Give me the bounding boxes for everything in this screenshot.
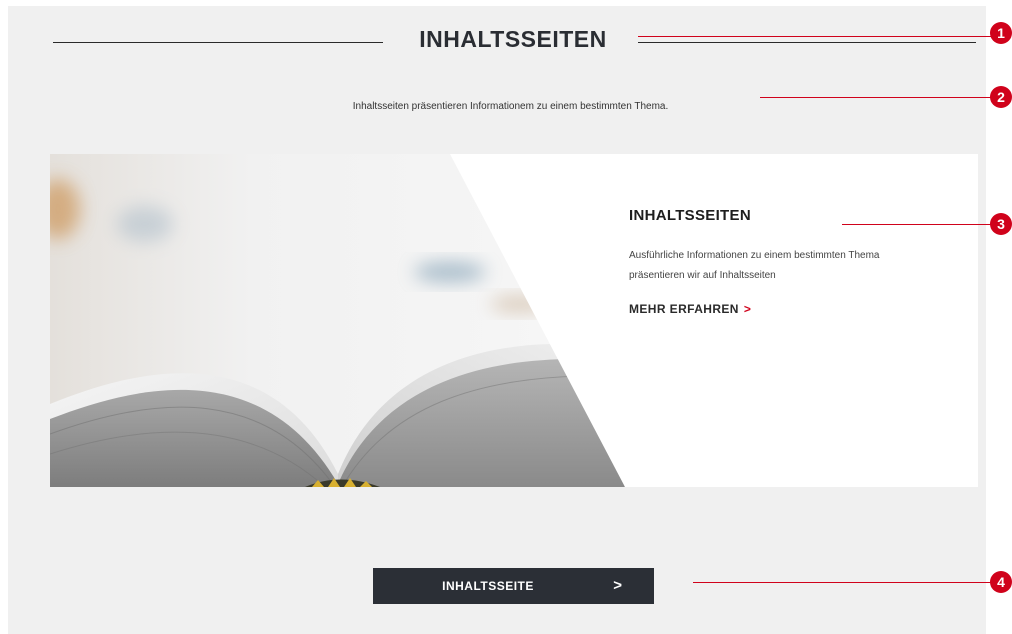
title-divider-left (53, 42, 383, 43)
chevron-right-icon: > (613, 577, 622, 594)
open-book-image (50, 154, 625, 487)
title-divider-right (638, 42, 976, 43)
button-label: INHALTSSEITE (442, 579, 534, 593)
callout-badge-2: 2 (990, 86, 1012, 108)
teaser-description: Ausführliche Informationen zu einem best… (629, 250, 880, 281)
content-page-module: INHALTSSEITEN Inhaltsseiten präsentieren… (8, 6, 986, 634)
intro-text: Inhaltsseiten präsentieren Informationem… (352, 101, 669, 112)
teaser-card: INHALTSSEITEN Ausführliche Informationen… (50, 154, 978, 487)
callout-badge-3: 3 (990, 213, 1012, 235)
mehr-erfahren-link[interactable]: MEHR ERFAHREN > (629, 302, 751, 316)
callout-line-4 (693, 582, 998, 583)
callout-badge-1: 1 (990, 22, 1012, 44)
chevron-right-icon: > (743, 302, 752, 316)
link-label: MEHR ERFAHREN (629, 302, 739, 316)
section-title: INHALTSSEITEN (419, 26, 607, 52)
callout-line-1 (638, 36, 998, 37)
callout-line-2 (760, 97, 998, 98)
callout-badge-4: 4 (990, 571, 1012, 593)
inhaltsseite-button[interactable]: INHALTSSEITE > (373, 568, 654, 604)
callout-line-3 (842, 224, 998, 225)
teaser-title: INHALTSSEITEN (629, 207, 751, 224)
